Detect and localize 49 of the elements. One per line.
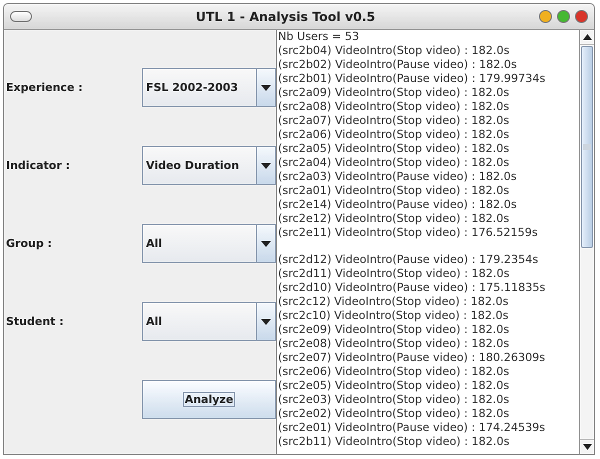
output-line: (src2a07) VideoIntro(Stop video) : 182.0s: [278, 114, 510, 128]
output-line: (src2e08) VideoIntro(Stop video) : 182.0s: [278, 337, 510, 351]
output-line: (src2b02) VideoIntro(Pause video) : 182.0s: [278, 58, 518, 72]
field-label: Group :: [5, 237, 53, 250]
output-line: (src2a01) VideoIntro(Stop video) : 182.0s: [278, 184, 510, 198]
output-line: (src2d10) VideoIntro(Pause video) : 175.11835s: [278, 281, 546, 295]
dropdown[interactable]: All: [142, 224, 276, 263]
scrollbar[interactable]: [579, 30, 594, 454]
output-line: (src2e03) VideoIntro(Stop video) : 182.0s: [278, 393, 510, 407]
window-title: UTL 1 - Analysis Tool v0.5: [194, 9, 376, 24]
minimize-button[interactable]: [539, 10, 552, 23]
output-line: (src2b11) VideoIntro(Stop video) : 182.0s: [278, 435, 510, 449]
output-line: (src2e02) VideoIntro(Stop video) : 182.0s: [278, 407, 510, 421]
output-line: (src2a09) VideoIntro(Stop video) : 182.0s: [278, 86, 510, 100]
output-line: Nb Users = 53: [278, 30, 360, 44]
output-line: (src2e12) VideoIntro(Stop video) : 182.0s: [278, 212, 510, 226]
output-line: (src2c10) VideoIntro(Stop video) : 182.0s: [278, 309, 510, 323]
caret-icon: [261, 162, 271, 168]
output-line: (src2a03) VideoIntro(Pause video) : 182.0s: [278, 170, 518, 184]
field-label: Indicator :: [5, 159, 71, 172]
caret-icon: [261, 240, 271, 246]
scroll-thumb[interactable]: [581, 46, 593, 248]
caret-icon: [261, 84, 271, 90]
output-line: (src2e07) VideoIntro(Pause video) : 180.26309s: [278, 351, 546, 365]
field-label: Experience :: [5, 81, 84, 94]
dropdown[interactable]: FSL 2002-2003: [142, 68, 276, 107]
close-button[interactable]: [575, 10, 588, 23]
output-line: (src2e11) VideoIntro(Stop video) : 176.52159s: [278, 226, 539, 240]
output-line: (src2d11) VideoIntro(Stop video) : 182.0s: [278, 267, 510, 281]
output-line: (src2e14) VideoIntro(Pause video) : 182.0s: [278, 198, 518, 212]
dropdown[interactable]: All: [142, 302, 276, 341]
output-line: (src2a05) VideoIntro(Stop video) : 182.0s: [278, 142, 510, 156]
caret-icon: [261, 318, 271, 324]
zoom-button[interactable]: [557, 10, 570, 23]
field-label: Student :: [5, 315, 65, 328]
output-line: (src2b01) VideoIntro(Pause video) : 179.99734s: [278, 72, 546, 86]
output-line: (src2b04) VideoIntro(Stop video) : 182.0s: [278, 44, 510, 58]
output-line: (src2a06) VideoIntro(Stop video) : 182.0s: [278, 128, 510, 142]
output-line: (src2a08) VideoIntro(Stop video) : 182.0s: [278, 100, 510, 114]
output-line: (src2c12) VideoIntro(Stop video) : 182.0s: [278, 295, 510, 309]
output-line: (src2e01) VideoIntro(Pause video) : 174.24539s: [278, 421, 546, 435]
toolbar-toggle-button[interactable]: [10, 11, 32, 22]
output-line: (src2a04) VideoIntro(Stop video) : 182.0s: [278, 156, 510, 170]
output-line: (src2d12) VideoIntro(Pause video) : 179.2354s: [278, 253, 540, 267]
analyze-button[interactable]: Analyze: [142, 380, 276, 419]
dropdown[interactable]: Video Duration: [142, 146, 276, 185]
output-line: (src2e05) VideoIntro(Stop video) : 182.0s: [278, 379, 510, 393]
output-line: (src2e09) VideoIntro(Stop video) : 182.0s: [278, 323, 510, 337]
output-line: (src2e06) VideoIntro(Stop video) : 182.0s: [278, 365, 510, 379]
